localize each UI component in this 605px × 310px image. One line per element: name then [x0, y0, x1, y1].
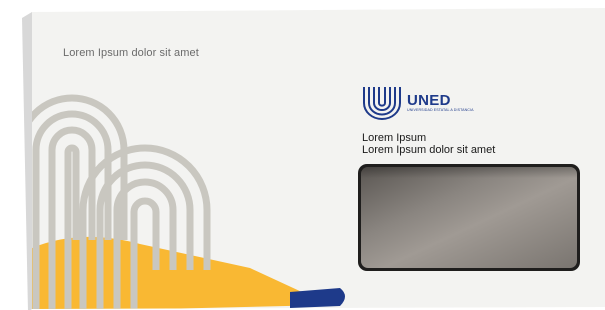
logo-tagline: UNIVERSIDAD ESTATAL A DISTANCIA	[407, 108, 474, 113]
address-line-1: Lorem Ipsum	[362, 132, 427, 144]
logo-name: UNED	[407, 92, 451, 110]
address-window	[358, 164, 580, 271]
envelope: Lorem Ipsum dolor sit amet UNED UNIVERSI…	[0, 0, 605, 310]
uned-concentric-u-icon	[363, 87, 401, 120]
uned-logo: UNED UNIVERSIDAD ESTATAL A DISTANCIA	[361, 85, 474, 121]
address-block: Lorem Ipsum Lorem Ipsum dolor sit amet	[362, 132, 495, 156]
envelope-shadow	[22, 12, 32, 310]
sender-line: Lorem Ipsum dolor sit amet	[63, 47, 199, 59]
address-line-2: Lorem Ipsum dolor sit amet	[362, 144, 496, 156]
